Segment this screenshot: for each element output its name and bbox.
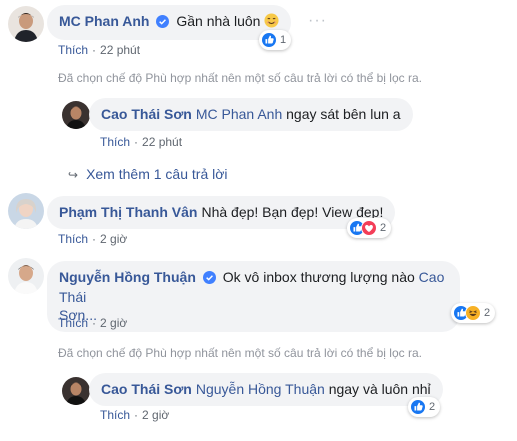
avatar-cao-thai-son[interactable] — [62, 101, 90, 129]
view-more-label[interactable]: Xem thêm 1 câu trả lời — [86, 166, 227, 182]
comment-text: Gần nhà luôn — [176, 13, 261, 29]
comment-meta: Thích · 2 giờ — [58, 316, 128, 330]
reaction-summary[interactable]: 1 — [259, 30, 292, 50]
filter-notice: Đã chọn chế độ Phù hợp nhất nên một số c… — [58, 71, 422, 85]
timestamp[interactable]: 22 phút — [142, 135, 182, 149]
like-link[interactable]: Thích — [100, 135, 130, 149]
reply-arrow-icon: ↪ — [68, 168, 79, 182]
reaction-count: 1 — [280, 34, 287, 46]
comment-author[interactable]: Phạm Thị Thanh Vân — [59, 204, 197, 220]
more-options-icon[interactable]: ··· — [308, 12, 327, 30]
comment-meta: Thích · 22 phút — [58, 43, 141, 57]
timestamp[interactable]: 2 giờ — [100, 316, 127, 330]
mention-link[interactable]: Nguyễn Hồng Thuận — [196, 381, 325, 397]
smile-emoji-icon — [264, 13, 279, 29]
mention-link[interactable]: MC Phan Anh — [196, 106, 282, 122]
like-reaction-icon — [410, 399, 426, 415]
reaction-count: 2 — [484, 307, 491, 319]
love-reaction-icon — [361, 220, 377, 236]
reaction-count: 2 — [429, 401, 436, 413]
reply-author[interactable]: Cao Thái Sơn — [101, 381, 192, 397]
verified-badge-icon — [202, 270, 216, 288]
reply-text: ngay sát bên lun a — [286, 106, 401, 122]
comment-author[interactable]: MC Phan Anh — [59, 13, 149, 29]
reply-text: ngay và luôn nhỉ — [328, 381, 431, 397]
comment-text: Ok vô inbox thương lượng nào — [222, 269, 415, 285]
like-link[interactable]: Thích — [58, 316, 88, 330]
reaction-count: 2 — [380, 222, 387, 234]
haha-reaction-icon — [465, 305, 481, 321]
reply-author[interactable]: Cao Thái Sơn — [101, 106, 192, 122]
comment-meta: Thích · 2 giờ — [58, 232, 128, 246]
reaction-summary[interactable]: 2 — [347, 218, 392, 238]
like-link[interactable]: Thích — [58, 43, 88, 57]
reply-meta: Thích · 22 phút — [100, 135, 183, 149]
reply-meta: Thích · 2 giờ — [100, 408, 170, 422]
avatar-nguyen-hong-thuan[interactable] — [8, 258, 44, 294]
like-reaction-icon — [261, 32, 277, 48]
reaction-summary[interactable]: 2 — [408, 397, 441, 417]
comment-bubble: MC Phan Anh Gần nhà luôn — [47, 5, 292, 40]
timestamp[interactable]: 22 phút — [100, 43, 140, 57]
comment-bubble: Phạm Thị Thanh Vân Nhà đẹp! Bạn đẹp! View… — [47, 196, 396, 229]
avatar-mc-phan-anh[interactable] — [8, 6, 44, 42]
timestamp[interactable]: 2 giờ — [100, 232, 127, 246]
timestamp[interactable]: 2 giờ — [142, 408, 169, 422]
comment-author[interactable]: Nguyễn Hồng Thuận — [59, 269, 196, 285]
reply-bubble: Cao Thái Sơn MC Phan Anh ngay sát bên lun… — [89, 98, 413, 131]
view-more-replies-link[interactable]: ↪ Xem thêm 1 câu trả lời — [68, 165, 228, 184]
like-link[interactable]: Thích — [58, 232, 88, 246]
verified-badge-icon — [156, 14, 170, 32]
avatar-pham-thi-thanh-van[interactable] — [8, 193, 44, 229]
avatar-cao-thai-son[interactable] — [62, 377, 90, 405]
filter-notice: Đã chọn chế độ Phù hợp nhất nên một số c… — [58, 346, 422, 360]
like-link[interactable]: Thích — [100, 408, 130, 422]
reply-bubble: Cao Thái Sơn Nguyễn Hồng Thuận ngay và lu… — [89, 373, 443, 406]
reaction-summary[interactable]: 2 — [451, 303, 496, 323]
